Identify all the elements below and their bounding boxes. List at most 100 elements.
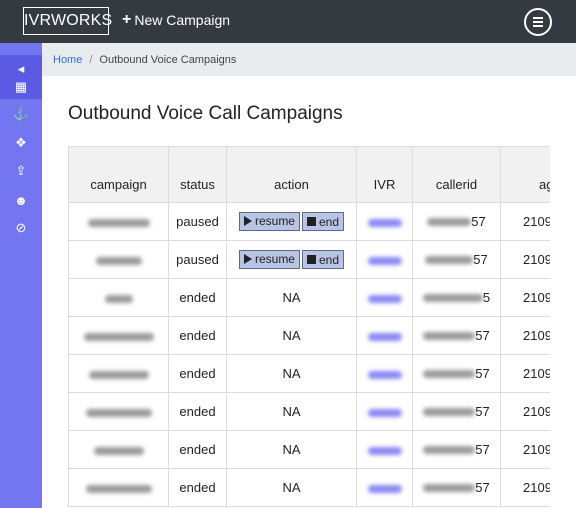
resume-button[interactable]: resume [238, 249, 300, 269]
campaigns-table: campaign status action IVR callerid ag p… [68, 146, 550, 507]
page-title: Outbound Voice Call Campaigns [68, 103, 343, 124]
agent-cell: 2109 [500, 468, 550, 507]
end-button[interactable]: end [301, 212, 345, 232]
callerid-cell: 57 [412, 430, 501, 469]
ivr-redacted[interactable] [356, 430, 413, 469]
agent-cell: 2109 [500, 354, 550, 393]
column-header-action[interactable]: action [226, 146, 357, 203]
callerid-cell: 57 [412, 202, 501, 241]
table-row: paused resume end 57 2109 [68, 240, 550, 279]
agent-cell: 2109 [500, 202, 550, 241]
column-header-status[interactable]: status [168, 146, 227, 203]
end-label: end [318, 252, 340, 267]
action-cell: NA [226, 392, 357, 431]
callerid-tail: 57 [475, 404, 490, 420]
stop-icon [306, 255, 316, 265]
agent-cell: 2109 [500, 430, 550, 469]
campaign-name-redacted[interactable] [68, 316, 169, 355]
table-row: ended NA 57 2109 [68, 392, 550, 431]
callerid-cell: 57 [412, 392, 501, 431]
breadcrumb-separator: / [89, 53, 93, 66]
users-icon[interactable]: ☻ [0, 189, 42, 211]
column-header-callerid[interactable]: callerid [412, 146, 501, 203]
campaign-name-redacted[interactable] [68, 468, 169, 507]
callerid-cell: 57 [412, 240, 501, 279]
ivr-redacted[interactable] [356, 278, 413, 317]
ivr-redacted[interactable] [356, 240, 413, 279]
end-label: end [318, 214, 340, 229]
callerid-cell: 57 [412, 354, 501, 393]
table-row: ended NA 5 2109 [68, 278, 550, 317]
callerid-tail: 5 [482, 290, 491, 306]
status-cell: ended [168, 278, 227, 317]
resume-label: resume [254, 252, 295, 267]
action-cell: NA [226, 354, 357, 393]
action-cell: resume end [226, 240, 357, 279]
stop-icon [306, 217, 316, 227]
campaign-name-redacted[interactable] [68, 354, 169, 393]
ivr-redacted[interactable] [356, 202, 413, 241]
play-icon [243, 254, 252, 265]
table-row: ended NA 57 2109 [68, 468, 550, 507]
status-cell: ended [168, 468, 227, 507]
breadcrumb: Home / Outbound Voice Campaigns [42, 43, 576, 76]
status-cell: ended [168, 392, 227, 431]
campaign-name-redacted[interactable] [68, 392, 169, 431]
status-cell: paused [168, 202, 227, 241]
upload-icon[interactable]: ⇪ [0, 160, 42, 182]
hamburger-menu-button[interactable] [524, 8, 552, 36]
status-cell: ended [168, 354, 227, 393]
campaign-name-redacted[interactable] [68, 202, 169, 241]
new-campaign-link[interactable]: + New Campaign [122, 11, 231, 29]
action-cell: NA [226, 278, 357, 317]
sidebar: ◂ ▦ ⚓ ❖ ⇪ ☻ ⊘ [0, 43, 42, 508]
brand-logo[interactable]: IVRWORKS [23, 7, 112, 35]
column-header-agent[interactable]: ag [500, 146, 550, 203]
action-cell: NA [226, 468, 357, 507]
table-row: paused resume end 57 2109 [68, 202, 550, 241]
callerid-tail: 57 [475, 328, 490, 344]
callerid-tail: 57 [473, 252, 488, 268]
action-cell: resume end [226, 202, 357, 241]
table-row: ended NA 57 2109 [68, 354, 550, 393]
ban-icon[interactable]: ⊘ [0, 217, 42, 239]
callerid-tail: 57 [471, 214, 486, 230]
callerid-cell: 57 [412, 468, 501, 507]
new-campaign-label: New Campaign [134, 12, 231, 28]
campaign-name-redacted[interactable] [68, 278, 169, 317]
end-button[interactable]: end [301, 250, 345, 270]
resume-label: resume [254, 214, 295, 229]
campaign-name-redacted[interactable] [68, 430, 169, 469]
campaigns-table-container[interactable]: campaign status action IVR callerid ag p… [68, 146, 550, 508]
cubes-icon[interactable]: ❖ [0, 132, 42, 154]
ivr-redacted[interactable] [356, 392, 413, 431]
callerid-tail: 57 [475, 442, 490, 458]
status-cell: ended [168, 430, 227, 469]
callerid-tail: 57 [475, 366, 490, 382]
column-header-ivr[interactable]: IVR [356, 146, 413, 203]
agent-cell: 2109 [500, 392, 550, 431]
status-cell: ended [168, 316, 227, 355]
plus-icon: + [122, 11, 132, 28]
agent-cell: 2109 [500, 278, 550, 317]
table-icon[interactable]: ▦ [0, 76, 42, 98]
callerid-cell: 57 [412, 316, 501, 355]
agent-cell: 2109 [500, 240, 550, 279]
ivr-redacted[interactable] [356, 468, 413, 507]
campaign-name-redacted[interactable] [68, 240, 169, 279]
action-cell: NA [226, 430, 357, 469]
resume-button[interactable]: resume [238, 211, 300, 231]
ivr-redacted[interactable] [356, 354, 413, 393]
breadcrumb-current: Outbound Voice Campaigns [99, 53, 237, 66]
breadcrumb-home-link[interactable]: Home [53, 54, 82, 66]
callerid-cell: 5 [412, 278, 501, 317]
play-icon [243, 216, 252, 227]
hamburger-menu-icon [533, 17, 543, 19]
table-row: ended NA 57 2109 [68, 316, 550, 355]
action-cell: NA [226, 316, 357, 355]
table-row: ended NA 57 2109 [68, 430, 550, 469]
column-header-campaign[interactable]: campaign [68, 146, 169, 203]
ivr-redacted[interactable] [356, 316, 413, 355]
hamburger-line [533, 25, 543, 27]
anchor-icon[interactable]: ⚓ [0, 103, 42, 125]
